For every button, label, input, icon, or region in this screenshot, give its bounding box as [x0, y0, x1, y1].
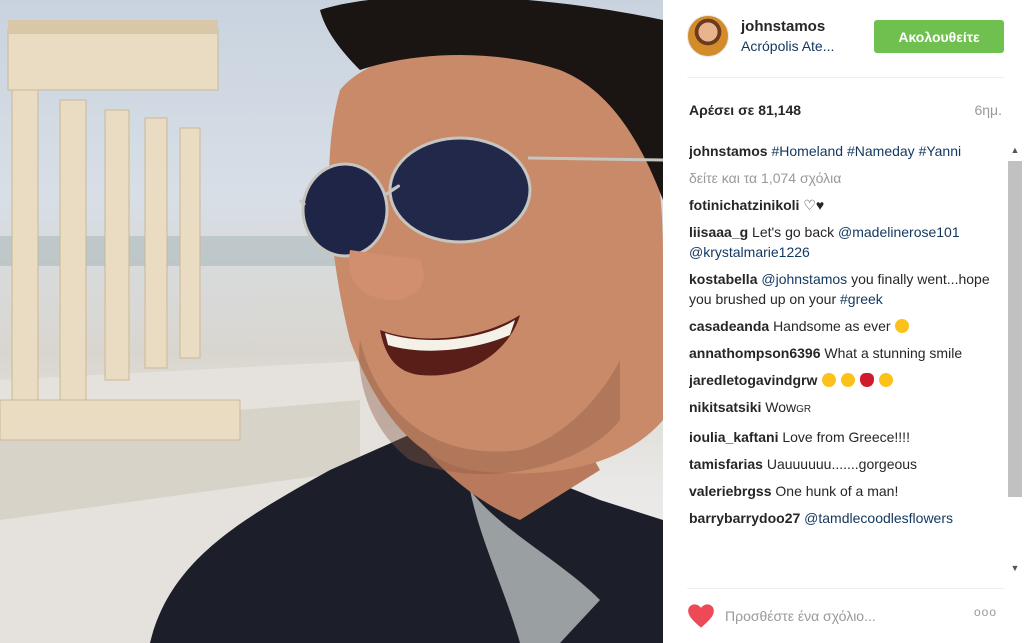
- comment-item: fotinichatzinikoli ♡♥: [689, 195, 1007, 215]
- astonished-emoji-icon: [895, 319, 910, 333]
- post-details-panel: johnstamos Acrópolis Ate... Ακολουθείτε …: [663, 0, 1024, 643]
- comment-text: Handsome as ever: [773, 318, 891, 334]
- comment-text: ♡♥: [803, 197, 825, 213]
- more-options-icon[interactable]: ooo: [974, 605, 997, 619]
- hashtag-homeland[interactable]: #Homeland: [771, 143, 843, 159]
- comment-text: Let's go back: [752, 224, 835, 240]
- post-header: johnstamos Acrópolis Ate... Ακολουθείτε: [663, 0, 1024, 78]
- hashtag-yanni[interactable]: #Yanni: [919, 143, 962, 159]
- kiss-mark-emoji-icon: [860, 373, 875, 387]
- likes-count[interactable]: Αρέσει σε 81,148: [689, 102, 801, 118]
- photo-illustration: [0, 0, 663, 643]
- comment-username[interactable]: annathompson6396: [689, 345, 820, 361]
- post-location[interactable]: Acrópolis Ate...: [741, 38, 834, 54]
- hashtag-nameday[interactable]: #Nameday: [847, 143, 915, 159]
- scrollbar-thumb[interactable]: [1008, 161, 1022, 497]
- comment-username[interactable]: kostabella: [689, 271, 757, 287]
- post-time-ago[interactable]: 6ημ.: [974, 102, 1002, 118]
- post-photo: [0, 0, 663, 643]
- comment-text: Uauuuuuu.......gorgeous: [766, 456, 918, 472]
- chevron-up-icon[interactable]: ▲: [1006, 141, 1024, 159]
- heart-icon[interactable]: [687, 603, 715, 629]
- chevron-down-icon[interactable]: ▼: [1006, 559, 1024, 577]
- comment-item: ioulia_kaftani Love from Greece!!!!: [689, 427, 1007, 447]
- comment-text: One hunk of a man!: [775, 483, 899, 499]
- comment-hashtag[interactable]: #greek: [840, 291, 883, 307]
- comment-item: jaredletogavindgrw: [689, 370, 1007, 390]
- comment-mention[interactable]: @madelinerose101: [838, 224, 960, 240]
- comment-username[interactable]: liisaaa_g: [689, 224, 748, 240]
- caption: johnstamos #Homeland #Nameday #Yanni: [689, 141, 1007, 161]
- comment-item: annathompson6396 What a stunning smile: [689, 343, 1007, 363]
- comment-mention[interactable]: @krystalmarie1226: [689, 244, 810, 260]
- post-author-username[interactable]: johnstamos: [741, 18, 825, 35]
- comment-item: kostabella @johnstamos you finally went.…: [689, 269, 1007, 309]
- comment-item: nikitsatsiki WowGR: [689, 397, 1007, 420]
- comment-username[interactable]: fotinichatzinikoli: [689, 197, 799, 213]
- comment-username[interactable]: barrybarrydoo27: [689, 510, 800, 526]
- comments-list[interactable]: johnstamos #Homeland #Nameday #Yanni δεί…: [689, 141, 1007, 579]
- comment-username[interactable]: valeriebrgss: [689, 483, 772, 499]
- header-divider: [687, 77, 1004, 78]
- load-more-comments-link[interactable]: δείτε και τα 1,074 σχόλια: [689, 168, 1007, 188]
- comment-username[interactable]: jaredletogavindgrw: [689, 372, 817, 388]
- comment-username[interactable]: casadeanda: [689, 318, 769, 334]
- caption-username[interactable]: johnstamos: [689, 143, 768, 159]
- comment-item: casadeanda Handsome as ever: [689, 316, 1007, 336]
- heart-eyes-emoji-icon: [822, 373, 837, 387]
- comments-scrollbar[interactable]: ▲ ▼: [1006, 141, 1024, 577]
- add-comment-input[interactable]: [725, 602, 935, 630]
- avatar[interactable]: [687, 15, 729, 57]
- comment-item: valeriebrgss One hunk of a man!: [689, 481, 1007, 501]
- comment-mention[interactable]: @johnstamos: [761, 271, 847, 287]
- heart-eyes-emoji-icon: [841, 373, 856, 387]
- follow-button[interactable]: Ακολουθείτε: [874, 20, 1004, 53]
- astonished-emoji-icon: [878, 373, 893, 387]
- comment-text: Wow: [765, 399, 797, 415]
- comment-item: liisaaa_g Let's go back @madelinerose101…: [689, 222, 1007, 262]
- comment-text: What a stunning smile: [824, 345, 963, 361]
- comment-username[interactable]: nikitsatsiki: [689, 399, 761, 415]
- comment-footer: ooo: [687, 588, 1004, 643]
- comment-username[interactable]: ioulia_kaftani: [689, 429, 778, 445]
- comment-username[interactable]: tamisfarias: [689, 456, 763, 472]
- comment-text-suffix: GR: [796, 404, 812, 415]
- comment-text: @tamdlecoodlesflowers: [804, 510, 954, 526]
- comment-item: barrybarrydoo27 @tamdlecoodlesflowers: [689, 508, 1007, 528]
- comment-item: tamisfarias Uauuuuuu.......gorgeous: [689, 454, 1007, 474]
- comment-text: Love from Greece!!!!: [782, 429, 910, 445]
